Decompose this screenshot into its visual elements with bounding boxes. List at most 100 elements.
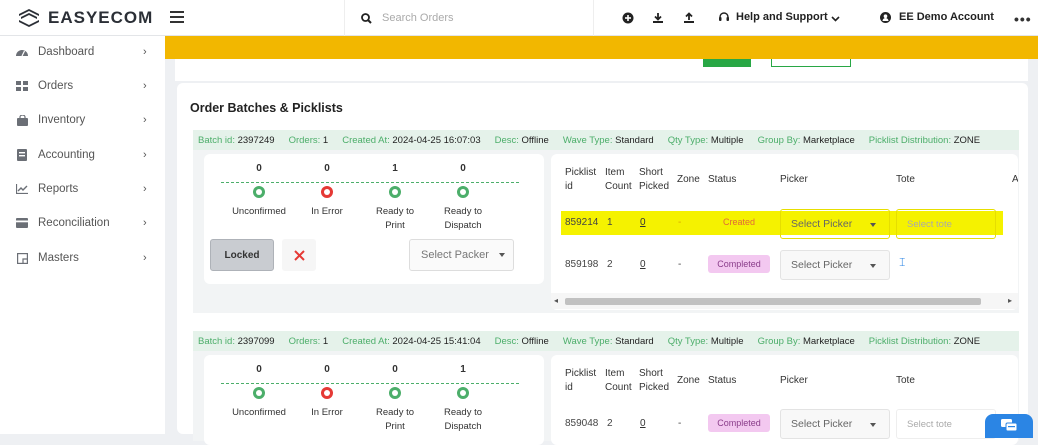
dist-key: Picklist Distribution: — [868, 134, 952, 146]
desc-key: Desc: — [494, 134, 519, 146]
wave-key: Wave Type: — [562, 335, 613, 347]
stage-unconfirmed[interactable]: 0 Unconfirmed — [223, 364, 295, 418]
stage-label: Ready to Dispatch — [443, 407, 483, 432]
hamburger-menu-icon[interactable] — [170, 11, 184, 23]
stage-ready-to-print[interactable]: 1 Ready to Print — [359, 163, 431, 231]
stage-unconfirmed[interactable]: 0 Unconfirmed — [223, 163, 295, 217]
stage-ready-to-print[interactable]: 0 Ready to Print — [359, 364, 431, 432]
close-icon — [293, 249, 305, 261]
more-options-icon[interactable]: ••• — [1014, 11, 1032, 27]
select-picker-dropdown[interactable]: Select Picker — [780, 409, 890, 439]
stage-ready-to-dispatch[interactable]: 1 Ready to Dispatch — [427, 364, 499, 432]
delete-batch-button[interactable] — [282, 239, 316, 271]
qty-value: Multiple — [710, 134, 744, 146]
select-picker-dropdown[interactable]: Select Picker — [780, 250, 890, 280]
stage-dot-icon — [457, 387, 469, 399]
batch-progress-panel: 0 Unconfirmed 0 In Error 1 Ready to Print… — [204, 154, 544, 284]
chat-support-button[interactable] — [985, 414, 1033, 438]
easyecom-logo-icon — [18, 8, 40, 28]
batch-id-value: 2397099 — [237, 335, 275, 347]
sidebar-item-accounting[interactable]: Accounting › — [0, 143, 165, 167]
stage-dot-icon — [457, 186, 469, 198]
locked-button[interactable]: Locked — [210, 239, 274, 271]
stage-dot-icon — [389, 387, 401, 399]
stage-dot-icon — [321, 387, 333, 399]
account-menu[interactable]: EE Demo Account — [880, 11, 994, 23]
col-zone: Zone — [677, 375, 700, 386]
status-badge: Created — [722, 217, 756, 227]
stage-count: 0 — [324, 364, 330, 375]
chat-icon — [1001, 419, 1018, 432]
scroll-left-icon[interactable]: ◂ — [554, 296, 558, 305]
desc-key: Desc: — [494, 335, 519, 347]
select-packer-dropdown[interactable]: Select Packer — [409, 239, 514, 271]
search-box — [344, 0, 594, 36]
item-count: 2 — [607, 259, 613, 270]
col-short-picked: Short Picked — [639, 167, 670, 192]
text-cursor-icon: 𝙸 — [898, 255, 907, 269]
dist-key: Picklist Distribution: — [868, 335, 952, 347]
orders-value: 1 — [322, 335, 329, 347]
sidebar-item-inventory[interactable]: Inventory › — [0, 108, 165, 132]
select-picker-dropdown[interactable]: Select Picker — [780, 209, 890, 239]
picklist-id[interactable]: 859214 — [565, 217, 598, 228]
add-icon[interactable] — [621, 11, 635, 25]
scroll-right-icon[interactable]: ▸ — [1008, 296, 1012, 305]
grid-icon — [16, 80, 28, 92]
stage-count: 1 — [392, 163, 398, 174]
stage-in-error[interactable]: 0 In Error — [291, 364, 363, 418]
sidebar-item-orders[interactable]: Orders › — [0, 74, 165, 98]
zone-value: - — [678, 259, 682, 270]
select-tote-input[interactable]: Select tote — [896, 409, 996, 439]
horizontal-scrollbar[interactable]: ◂ ▸ — [551, 293, 1018, 309]
sidebar-item-dashboard[interactable]: Dashboard › — [0, 40, 165, 64]
col-picklist-id: Picklist id — [565, 167, 597, 192]
batch-id-key: Batch id: — [198, 335, 235, 347]
short-picked-link[interactable]: 0 — [640, 259, 646, 270]
sidebar-item-masters[interactable]: Masters › — [0, 246, 165, 270]
stage-label: Ready to Dispatch — [443, 206, 483, 231]
short-picked-link[interactable]: 0 — [640, 217, 646, 228]
select-tote-input[interactable]: Select tote — [896, 209, 996, 239]
picklist-table: Picklist id Item Count Short Picked Zone St… — [551, 355, 1018, 445]
brand-name: EASYECOM — [48, 8, 154, 27]
dashboard-icon — [16, 46, 28, 58]
item-count: 2 — [607, 418, 613, 429]
stage-in-error[interactable]: 0 In Error — [291, 163, 363, 217]
sidebar-item-label: Reconciliation — [38, 217, 110, 229]
search-icon — [361, 12, 372, 24]
help-and-support-link[interactable]: Help and Support — [718, 11, 828, 23]
scrollbar-thumb[interactable] — [565, 298, 981, 305]
stage-ready-to-dispatch[interactable]: 0 Ready to Dispatch — [427, 163, 499, 231]
stage-dot-icon — [253, 387, 265, 399]
secondary-action-button[interactable] — [771, 59, 851, 67]
stage-count: 0 — [324, 163, 330, 174]
sidebar-item-reports[interactable]: Reports › — [0, 177, 165, 201]
help-label: Help and Support — [736, 11, 828, 23]
download-icon[interactable] — [651, 11, 665, 25]
desc-value: Offline — [521, 335, 549, 347]
primary-action-button[interactable] — [703, 59, 751, 67]
packer-placeholder: Select Packer — [421, 249, 489, 261]
stage-count: 0 — [392, 364, 398, 375]
stage-count: 0 — [460, 163, 466, 174]
top-bar: EASYECOM Help and Support EE Demo Accoun… — [0, 0, 1038, 36]
brand-logo[interactable]: EASYECOM — [18, 8, 153, 28]
progress-line — [221, 383, 519, 384]
search-input[interactable] — [382, 12, 582, 24]
batches-card: Order Batches & Picklists Batch id: 2397… — [177, 83, 1028, 445]
chevron-right-icon: › — [143, 183, 147, 195]
upload-icon[interactable] — [682, 11, 696, 25]
dist-value: ZONE — [953, 134, 981, 146]
col-zone: Zone — [677, 174, 700, 185]
picklist-id[interactable]: 859048 — [565, 418, 598, 429]
stage-count: 0 — [256, 364, 262, 375]
caret-down-icon — [870, 264, 876, 268]
sidebar-item-label: Masters — [38, 252, 79, 264]
sidebar-item-reconciliation[interactable]: Reconciliation › — [0, 211, 165, 235]
short-picked-link[interactable]: 0 — [640, 418, 646, 429]
chevron-down-icon[interactable] — [830, 11, 841, 29]
picklist-id[interactable]: 859198 — [565, 259, 598, 270]
zone-value: - — [678, 418, 682, 429]
batch-id-value: 2397249 — [237, 134, 275, 146]
